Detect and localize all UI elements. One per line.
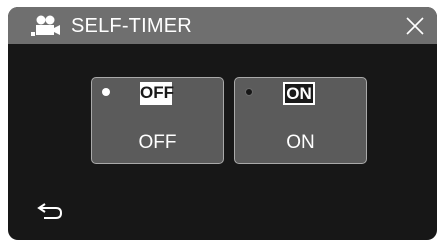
title-bar: SELF-TIMER	[8, 7, 437, 44]
option-off-label: OFF	[138, 132, 177, 153]
option-on-label: ON	[286, 132, 315, 153]
unselected-indicator-icon	[245, 88, 253, 96]
return-arrow-icon[interactable]	[36, 200, 64, 222]
page-title: SELF-TIMER	[71, 15, 192, 37]
selected-indicator-icon	[102, 88, 110, 96]
option-on-button[interactable]: ON ON	[234, 77, 367, 164]
self-timer-screen: SELF-TIMER OFF OFF ON ON	[8, 7, 437, 240]
video-camera-icon	[31, 15, 60, 36]
on-badge-icon: ON	[283, 82, 315, 105]
close-icon[interactable]	[405, 16, 425, 36]
option-off-button[interactable]: OFF OFF	[91, 77, 224, 164]
off-badge-icon: OFF	[140, 82, 174, 105]
